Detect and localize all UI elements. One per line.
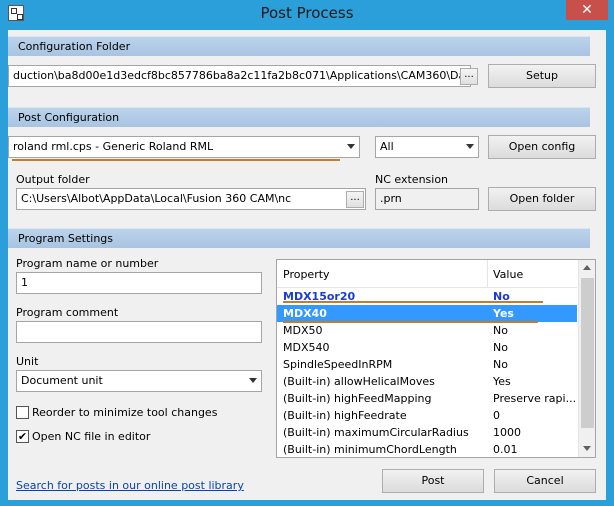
post-filter-value: All [380, 140, 394, 153]
scroll-down-arrow-icon[interactable] [583, 446, 591, 451]
property-value[interactable]: 0 [493, 409, 500, 422]
property-name: (Built-in) highFeedrate [283, 409, 407, 422]
post-processor-value: roland rml.cps - Generic Roland RML [13, 140, 214, 153]
property-row-minimum-chord-length[interactable]: (Built-in) minimumChordLength 0.01 [277, 441, 577, 457]
property-row-high-feedrate[interactable]: (Built-in) highFeedrate 0 [277, 407, 577, 424]
property-value[interactable]: Yes [493, 307, 514, 320]
reorder-checkbox[interactable] [16, 406, 29, 419]
property-name: MDX540 [283, 341, 330, 354]
highlight-underline [283, 301, 543, 303]
program-settings-header: Program Settings [8, 228, 590, 248]
property-grid-scrollbar[interactable] [578, 260, 595, 457]
property-name: (Built-in) minimumChordLength [283, 443, 457, 456]
column-separator [487, 260, 488, 288]
unit-label: Unit [16, 355, 39, 368]
reorder-label[interactable]: Reorder to minimize tool changes [32, 406, 217, 419]
close-button[interactable]: ✕ [566, 0, 608, 20]
configuration-folder-header: Configuration Folder [8, 36, 590, 56]
property-name: SpindleSpeedInRPM [283, 358, 393, 371]
post-process-window: Post Process ✕ Configuration Folder duct… [0, 0, 614, 506]
property-row-allow-helical-moves[interactable]: (Built-in) allowHelicalMoves Yes [277, 373, 577, 390]
property-row-mdx540[interactable]: MDX540 No [277, 339, 577, 356]
property-row-high-feed-mapping[interactable]: (Built-in) highFeedMapping Preserve rapi… [277, 390, 577, 407]
online-post-library-link[interactable]: Search for posts in our online post libr… [16, 479, 244, 492]
property-row-maximum-circular-radius[interactable]: (Built-in) maximumCircularRadius 1000 [277, 424, 577, 441]
open-nc-checkbox[interactable]: ✔ [16, 430, 29, 443]
nc-extension-label: NC extension [375, 173, 449, 186]
property-row-mdx50[interactable]: MDX50 No [277, 322, 577, 339]
property-name: (Built-in) highFeedMapping [283, 392, 432, 405]
property-value[interactable]: No [493, 358, 508, 371]
property-grid[interactable]: Property Value MDX15or20 No MDX40 Yes MD… [276, 259, 596, 458]
title-bar[interactable]: Post Process ✕ [0, 0, 614, 28]
configuration-folder-browse-button[interactable]: ... [460, 68, 478, 85]
property-value[interactable]: Preserve rapi... [493, 392, 576, 405]
post-button[interactable]: Post [382, 469, 484, 493]
property-value[interactable]: Yes [493, 375, 511, 388]
post-processor-select[interactable]: roland rml.cps - Generic Roland RML [8, 136, 360, 158]
dialog-body: Configuration Folder duction\ba8d00e1d3e… [8, 30, 606, 500]
highlight-underline [12, 159, 340, 161]
unit-select[interactable]: Document unit [16, 370, 262, 392]
program-name-label: Program name or number [16, 257, 159, 270]
output-folder-browse-button[interactable]: ... [346, 191, 364, 208]
property-name: MDX40 [283, 307, 327, 320]
property-name: MDX50 [283, 324, 323, 337]
nc-extension-field[interactable]: .prn [375, 188, 479, 210]
property-name: (Built-in) maximumCircularRadius [283, 426, 469, 439]
chevron-down-icon [466, 144, 474, 149]
setup-button[interactable]: Setup [488, 64, 596, 88]
scroll-up-arrow-icon[interactable] [583, 265, 591, 270]
value-column-header[interactable]: Value [493, 268, 523, 281]
window-title: Post Process [260, 4, 354, 22]
property-value[interactable]: 1000 [493, 426, 521, 439]
property-row-spindle-speed[interactable]: SpindleSpeedInRPM No [277, 356, 577, 373]
cancel-button[interactable]: Cancel [494, 469, 596, 493]
output-folder-label: Output folder [16, 173, 90, 186]
property-grid-header: Property Value [277, 260, 577, 288]
output-folder-input[interactable]: C:\Users\Albot\AppData\Local\Fusion 360 … [16, 188, 366, 210]
configuration-folder-input[interactable]: duction\ba8d00e1d3edcf8bc857786ba8a2c11f… [8, 65, 471, 87]
property-column-header[interactable]: Property [283, 268, 330, 281]
property-value[interactable]: No [493, 341, 508, 354]
post-filter-select[interactable]: All [375, 136, 479, 158]
program-name-input[interactable]: 1 [16, 272, 262, 294]
open-folder-button[interactable]: Open folder [488, 187, 596, 211]
post-configuration-header: Post Configuration [8, 107, 590, 127]
property-row-mdx40[interactable]: MDX40 Yes [277, 305, 577, 322]
unit-value: Document unit [21, 374, 103, 387]
property-name: (Built-in) allowHelicalMoves [283, 375, 435, 388]
chevron-down-icon [249, 378, 257, 383]
property-value[interactable]: 0.01 [493, 443, 518, 456]
open-config-button[interactable]: Open config [488, 135, 596, 159]
chevron-down-icon [347, 144, 355, 149]
program-comment-label: Program comment [16, 306, 119, 319]
property-value[interactable]: No [493, 324, 508, 337]
program-comment-input[interactable] [16, 321, 262, 343]
open-nc-label[interactable]: Open NC file in editor [32, 430, 150, 443]
scrollbar-thumb[interactable] [581, 278, 594, 428]
